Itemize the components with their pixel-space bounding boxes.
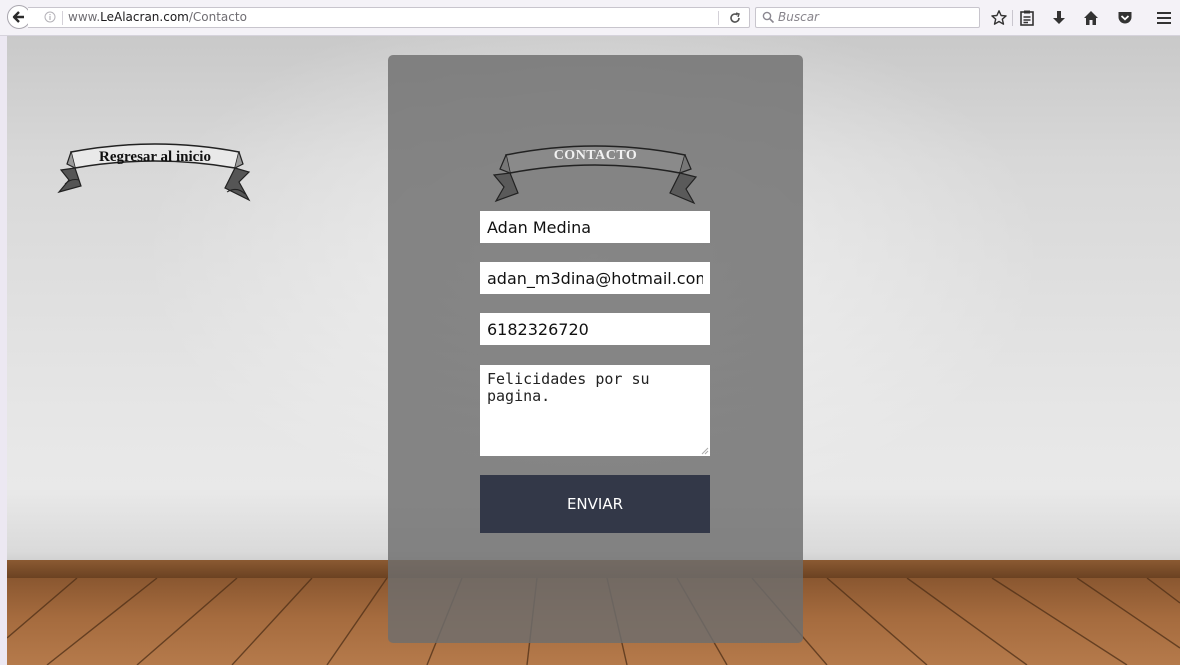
search-placeholder: Buscar — [778, 10, 819, 24]
reading-list-icon[interactable] — [1018, 9, 1036, 27]
reload-icon[interactable] — [728, 11, 742, 25]
url-separator — [62, 11, 63, 25]
browser-toolbar: www.LeAlacran.com/Contacto Buscar — [0, 0, 1180, 36]
search-bar[interactable]: Buscar — [755, 7, 980, 28]
url-prefix: www. — [68, 10, 101, 24]
info-icon[interactable] — [44, 11, 56, 23]
contact-title-banner: CONTACTO — [488, 135, 698, 207]
url-path: /Contacto — [188, 10, 247, 24]
name-field[interactable] — [480, 211, 710, 243]
download-icon[interactable] — [1050, 9, 1068, 27]
phone-field[interactable] — [480, 313, 710, 345]
scroll-banner-icon — [57, 143, 251, 202]
email-field[interactable] — [480, 262, 710, 294]
search-icon — [762, 11, 775, 24]
message-field[interactable]: Felicidades por su pagina. — [480, 365, 710, 456]
contact-panel: CONTACTO Felicidades por su pagina. ENVI… — [388, 55, 803, 643]
back-home-label: Regresar al inicio — [99, 149, 211, 165]
pocket-icon[interactable] — [1116, 9, 1134, 27]
page-viewport: Regresar al inicio CONTACTO Felicidades … — [7, 36, 1180, 665]
scroll-banner-icon — [492, 145, 698, 205]
reload-separator — [718, 11, 719, 25]
resize-grip-icon[interactable] — [701, 447, 709, 455]
star-icon[interactable] — [990, 9, 1008, 27]
back-arrow-icon — [12, 11, 24, 23]
url-domain: LeAlacran.com — [100, 10, 189, 24]
contact-title: CONTACTO — [553, 148, 638, 163]
send-button[interactable]: ENVIAR — [480, 475, 710, 533]
url-text[interactable]: www.LeAlacran.com/Contacto — [68, 10, 247, 24]
toolbar-separator — [1012, 10, 1013, 26]
address-bar[interactable]: www.LeAlacran.com/Contacto — [28, 7, 750, 28]
home-icon[interactable] — [1082, 9, 1100, 27]
back-home-link[interactable]: Regresar al inicio — [57, 134, 251, 206]
menu-icon[interactable] — [1155, 9, 1173, 27]
